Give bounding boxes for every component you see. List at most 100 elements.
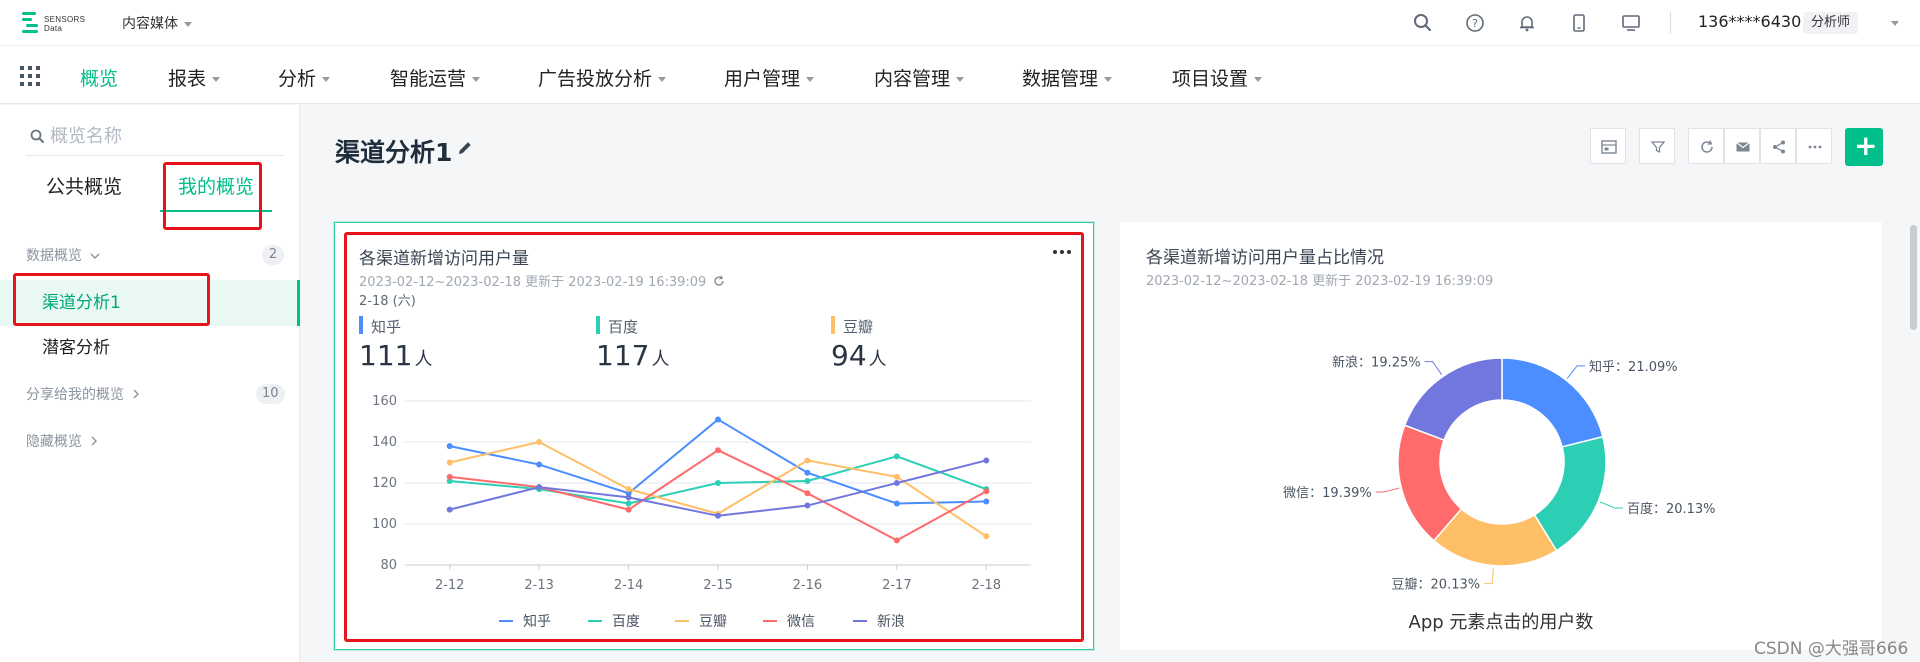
page-title: 渠道分析1 xyxy=(335,138,453,167)
monitor-icon[interactable] xyxy=(1620,12,1642,34)
nav-item-label: 智能运营 xyxy=(390,68,467,90)
data-point[interactable] xyxy=(715,416,721,423)
data-point[interactable] xyxy=(983,498,990,505)
nav-item-project-settings[interactable]: 项目设置 xyxy=(1172,64,1263,91)
add-button[interactable]: + xyxy=(1845,128,1883,166)
series-line[interactable] xyxy=(449,418,987,505)
data-point[interactable] xyxy=(446,506,453,513)
legend-item[interactable]: 微信 xyxy=(763,614,815,630)
legend-label: 豆瓣 xyxy=(699,614,727,630)
nav-item-reports[interactable]: 报表 xyxy=(168,64,221,91)
slice-label: 知乎：21.09% xyxy=(1589,359,1678,375)
svg-text:?: ? xyxy=(1472,17,1478,30)
sidebar-item-prospect-analysis[interactable]: 潜客分析 xyxy=(0,325,300,371)
data-point[interactable] xyxy=(804,477,811,484)
mobile-icon[interactable] xyxy=(1568,12,1590,34)
tab-my-overview[interactable]: 我的概览 xyxy=(178,172,254,199)
nav-item-overview[interactable]: 概览 xyxy=(80,64,118,91)
data-point[interactable] xyxy=(446,473,453,480)
mail-icon xyxy=(1736,142,1750,152)
y-tick-label: 80 xyxy=(380,558,397,573)
data-point[interactable] xyxy=(804,502,811,509)
project-name: 内容媒体 xyxy=(122,16,178,32)
sidebar-search[interactable] xyxy=(26,118,284,156)
data-point[interactable] xyxy=(625,494,632,501)
nav-item-data-management[interactable]: 数据管理 xyxy=(1022,64,1113,91)
data-point[interactable] xyxy=(715,447,721,454)
filter-button[interactable] xyxy=(1639,128,1675,164)
layout-button[interactable] xyxy=(1590,128,1626,164)
tab-public-overview[interactable]: 公共概览 xyxy=(46,172,122,199)
user-role-badge[interactable]: 分析师 xyxy=(1803,12,1859,34)
data-point[interactable] xyxy=(893,537,900,544)
chart-footer-label: App 元素点击的用户数 xyxy=(1408,612,1594,633)
slice-label: 新浪：19.25% xyxy=(1332,355,1421,371)
group-data-overview[interactable]: 数据概览 xyxy=(26,245,100,265)
chevron-down-icon[interactable] xyxy=(1891,21,1899,26)
user-phone[interactable]: 136****6430 xyxy=(1698,12,1801,31)
data-point[interactable] xyxy=(625,486,632,493)
nav-item-smart-ops[interactable]: 智能运营 xyxy=(390,64,481,91)
data-point[interactable] xyxy=(983,488,990,495)
data-point[interactable] xyxy=(893,453,900,460)
more-icon xyxy=(1808,145,1822,149)
share-button[interactable] xyxy=(1760,128,1796,164)
series-line[interactable] xyxy=(449,449,987,542)
slice-leader-line xyxy=(1375,487,1400,493)
data-point[interactable] xyxy=(893,480,900,486)
search-icon[interactable] xyxy=(1412,12,1434,34)
nav-item-content-management[interactable]: 内容管理 xyxy=(874,64,965,91)
data-point[interactable] xyxy=(446,443,453,450)
nav-item-analysis[interactable]: 分析 xyxy=(278,64,331,91)
nav-item-label: 广告投放分析 xyxy=(538,68,653,90)
more-button[interactable] xyxy=(1796,128,1832,164)
nav-item-user-management[interactable]: 用户管理 xyxy=(724,64,815,91)
data-point[interactable] xyxy=(446,459,453,466)
legend-item[interactable]: 知乎 xyxy=(499,613,551,630)
legend-item[interactable]: 新浪 xyxy=(853,614,905,630)
page-scrollbar[interactable] xyxy=(1910,225,1917,330)
pencil-icon[interactable] xyxy=(455,138,475,158)
bell-icon[interactable] xyxy=(1516,12,1538,34)
data-point[interactable] xyxy=(536,484,543,491)
nav-item-ad-analysis[interactable]: 广告投放分析 xyxy=(538,64,667,91)
legend-item[interactable]: 百度 xyxy=(588,614,640,630)
app-grid-icon[interactable] xyxy=(20,66,40,86)
sidebar-item-channel-analysis[interactable]: 渠道分析1 xyxy=(0,280,300,326)
data-point[interactable] xyxy=(804,490,811,497)
data-point[interactable] xyxy=(715,512,721,519)
project-switcher[interactable]: 内容媒体 xyxy=(122,13,192,33)
group-hidden-overview[interactable]: 隐藏概览 xyxy=(26,431,98,451)
data-point[interactable] xyxy=(893,473,900,480)
x-tick-label: 2-17 xyxy=(882,578,912,593)
data-point[interactable] xyxy=(983,533,990,540)
data-point[interactable] xyxy=(804,469,811,476)
chevron-down-icon xyxy=(1104,77,1113,82)
data-point[interactable] xyxy=(536,439,543,445)
layout-icon xyxy=(1601,140,1617,154)
x-tick-label: 2-14 xyxy=(614,578,644,593)
legend-item[interactable]: 豆瓣 xyxy=(675,614,727,630)
pie-slice[interactable] xyxy=(1501,357,1604,448)
data-point[interactable] xyxy=(804,457,811,464)
count-badge: 2 xyxy=(262,245,284,265)
chevron-right-icon xyxy=(133,389,140,399)
legend-label: 百度 xyxy=(612,614,640,630)
filter-icon xyxy=(1650,141,1666,154)
toolbar-divider xyxy=(1670,12,1671,34)
refresh-button[interactable] xyxy=(1688,128,1724,164)
nav-item-label: 内容管理 xyxy=(874,68,951,90)
group-shared-with-me[interactable]: 分享给我的概览 xyxy=(26,384,140,404)
data-point[interactable] xyxy=(983,457,990,464)
data-point[interactable] xyxy=(893,500,900,507)
count-badge: 10 xyxy=(256,384,285,404)
data-point[interactable] xyxy=(625,500,632,507)
logo-text-line-2: Data xyxy=(44,24,63,33)
help-icon[interactable]: ? xyxy=(1464,12,1486,34)
data-point[interactable] xyxy=(715,480,721,486)
legend-label: 知乎 xyxy=(523,613,551,630)
data-point[interactable] xyxy=(625,506,632,513)
data-point[interactable] xyxy=(536,461,543,468)
search-input[interactable] xyxy=(50,124,270,148)
email-button[interactable] xyxy=(1724,128,1760,164)
